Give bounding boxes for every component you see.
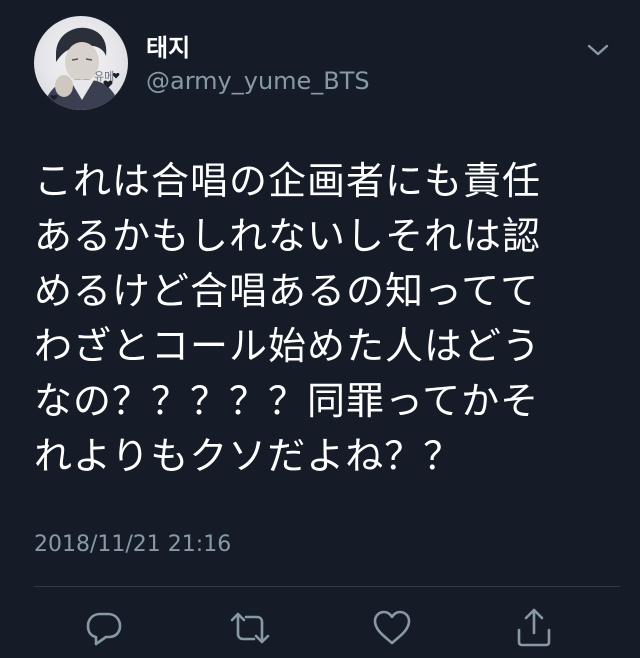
avatar[interactable]: 유메 [34, 16, 128, 110]
author-handle[interactable]: @army_yume_BTS [146, 66, 370, 96]
avatar-caption: 유메 [94, 70, 115, 83]
tweet-text-line: これは合唱の企画者にも責任 [34, 159, 542, 203]
reply-icon[interactable] [82, 606, 126, 650]
author-display-name[interactable]: 태지 [146, 34, 370, 62]
chevron-down-icon[interactable] [586, 38, 610, 62]
tweet-text-line: わざとコール始めた人はどう [34, 324, 542, 368]
share-icon[interactable] [512, 606, 556, 650]
heart-icon[interactable] [370, 606, 414, 650]
tweet-timestamp[interactable]: 2018/11/21 21:16 [34, 530, 231, 560]
divider [34, 586, 620, 587]
tweet-header: 유메 태지 @army_yume_BTS [30, 14, 620, 114]
author-block[interactable]: 태지 @army_yume_BTS [146, 34, 370, 96]
tweet-card: 유메 태지 @army_yume_BTS これは合唱の企画者にも責任 あるかもし… [0, 0, 640, 658]
retweet-icon[interactable] [228, 606, 272, 650]
tweet-text: これは合唱の企画者にも責任 あるかもしれないしそれは認 めるけど合唱あるの知って… [34, 154, 614, 484]
tweet-text-line: めるけど合唱あるの知ってて [34, 269, 540, 313]
tweet-text-line: あるかもしれないしそれは認 [34, 214, 542, 258]
tweet-text-line: なの？？？？？同罪ってかそ [34, 379, 540, 423]
avatar-image [44, 27, 120, 110]
tweet-text-line: れよりもクソだよね？？ [34, 434, 463, 478]
tweet-actions [0, 606, 640, 654]
